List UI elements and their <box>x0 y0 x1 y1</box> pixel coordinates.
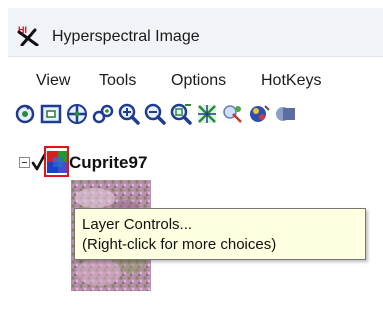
app-logo-icon: HI <box>17 25 39 46</box>
spectral-tool-icon[interactable] <box>247 102 271 126</box>
overflow-tool-icon[interactable] <box>273 102 297 126</box>
layer-controls-tooltip: Layer Controls... (Right-click for more … <box>74 208 366 260</box>
layer-tree: Cuprite97 Layer Controls... (Right-click… <box>8 143 383 327</box>
roi-tool-icon[interactable] <box>195 102 219 126</box>
pan-move-icon[interactable] <box>65 102 89 126</box>
menu-bar: View Tools Options HotKeys <box>8 66 383 94</box>
title-bar: HI Hyperspectral Image <box>8 8 383 57</box>
select-rectangle-icon[interactable] <box>39 102 63 126</box>
classify-tool-icon[interactable] <box>221 102 245 126</box>
layer-name-label[interactable]: Cuprite97 <box>69 153 147 173</box>
menu-hotkeys[interactable]: HotKeys <box>261 72 321 90</box>
toolbar <box>8 102 383 130</box>
zoom-in-icon[interactable] <box>117 102 141 126</box>
zoom-out-icon[interactable] <box>143 102 167 126</box>
menu-options[interactable]: Options <box>171 72 226 90</box>
tree-collapse-toggle[interactable] <box>19 157 30 168</box>
tooltip-line-2: (Right-click for more choices) <box>82 236 277 253</box>
minus-icon <box>22 162 27 163</box>
zoom-fit-icon[interactable] <box>169 102 193 126</box>
refresh-tool-icon[interactable] <box>13 102 37 126</box>
layer-controls-highlight-box <box>44 146 69 177</box>
hyperspectral-image-window: HI Hyperspectral Image View Tools Option… <box>8 8 383 327</box>
tooltip-line-1: Layer Controls... <box>82 216 193 233</box>
window-title: Hyperspectral Image <box>52 28 200 45</box>
menu-tools[interactable]: Tools <box>99 72 136 90</box>
menu-view[interactable]: View <box>36 72 70 90</box>
link-tool-icon[interactable] <box>91 102 115 126</box>
